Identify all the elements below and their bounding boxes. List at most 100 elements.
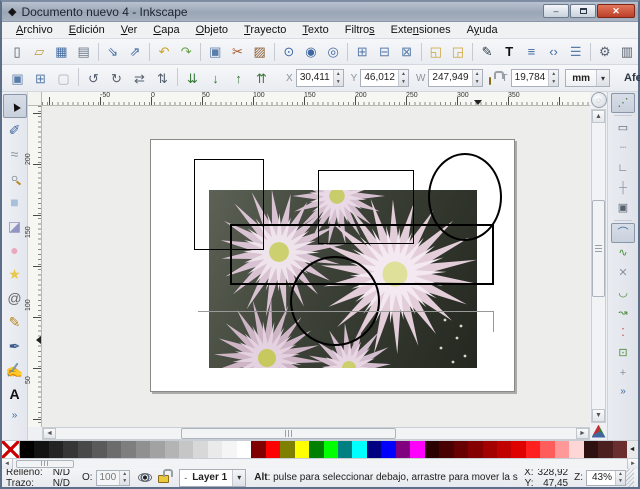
menu-filtros[interactable]: Filtros	[337, 23, 383, 37]
color-swatch[interactable]	[34, 440, 49, 458]
color-swatch[interactable]	[294, 440, 310, 458]
horizontal-scrollbar[interactable]: ◄ ►	[42, 426, 590, 440]
color-swatch[interactable]	[323, 440, 338, 458]
menu-trayecto[interactable]: Trayecto	[236, 23, 294, 37]
snap-object-centers-button[interactable]: ⊡	[611, 343, 635, 363]
y-input[interactable]: 46,012	[361, 70, 398, 86]
fill-stroke-dialog-button[interactable]: ✎	[477, 41, 497, 62]
units-dropdown[interactable]: mm	[565, 69, 611, 87]
rotate-cw-button[interactable]: ↻	[106, 68, 127, 89]
deselect-button[interactable]: ▢	[53, 68, 74, 89]
color-swatch[interactable]	[366, 440, 382, 458]
vertical-scroll-thumb[interactable]	[592, 200, 605, 297]
color-swatch[interactable]	[337, 440, 353, 458]
selector-tool-button[interactable]: ▲	[2, 94, 27, 118]
menu-capa[interactable]: Capa	[145, 23, 187, 37]
spiral-tool-button[interactable]: @	[3, 286, 27, 310]
cms-toggle-button[interactable]: ◌	[590, 92, 607, 108]
minimize-button[interactable]: –	[543, 4, 569, 18]
scroll-down-arrow[interactable]: ▼	[592, 408, 605, 422]
color-swatch[interactable]	[424, 440, 440, 458]
snap-path-intersections-button[interactable]: ✕	[611, 263, 635, 283]
snap-bbox-midpoints-button[interactable]: ┼	[611, 178, 635, 198]
color-swatch[interactable]	[309, 440, 324, 458]
color-swatch[interactable]	[20, 440, 35, 458]
color-swatch[interactable]	[251, 440, 266, 458]
close-button[interactable]: ✕	[597, 4, 635, 18]
zoom-page-button[interactable]: ⊙	[279, 41, 299, 62]
snap-rotation-centers-button[interactable]: +	[611, 363, 635, 383]
menu-texto[interactable]: Texto	[294, 23, 336, 37]
color-swatch[interactable]	[222, 440, 237, 458]
palette-scroll-left-arrow[interactable]: ◄	[2, 458, 13, 469]
height-spinner[interactable]	[548, 70, 559, 86]
zoom-selection-button[interactable]: ◎	[323, 41, 343, 62]
width-spinner[interactable]	[471, 70, 482, 86]
pencil-tool-button[interactable]: ✎	[3, 310, 27, 334]
fill-stroke-indicator[interactable]: Relleno: N/D Trazo: N/D	[6, 467, 70, 489]
color-swatch[interactable]	[63, 440, 78, 458]
menu-edición[interactable]: Edición	[61, 23, 113, 37]
zoom-input[interactable]: 43%	[587, 471, 615, 485]
color-swatch[interactable]	[583, 440, 599, 458]
color-swatch[interactable]	[496, 440, 512, 458]
menu-archivo[interactable]: Archivo	[8, 23, 61, 37]
color-swatch[interactable]	[48, 440, 64, 458]
preferences-button[interactable]: ⚙	[595, 41, 615, 62]
box-3d-tool-button[interactable]: ◪	[3, 214, 27, 238]
document-properties-button[interactable]: ▥	[617, 41, 637, 62]
menu-ver[interactable]: Ver	[113, 23, 146, 37]
drawn-line[interactable]	[198, 311, 494, 312]
undo-button[interactable]: ↶	[154, 41, 174, 62]
snapbar-overflow-chevron[interactable]: »	[620, 386, 626, 397]
copy-button[interactable]: ▣	[205, 41, 225, 62]
menu-ayuda[interactable]: Ayuda	[459, 23, 506, 37]
snap-bbox-corners-button[interactable]: ∟	[611, 158, 635, 178]
x-spinner[interactable]	[332, 70, 343, 86]
raise-button[interactable]: ↑	[228, 68, 249, 89]
export-button[interactable]: ⇗	[125, 41, 145, 62]
layers-dialog-button[interactable]: ≡	[521, 41, 541, 62]
color-swatch[interactable]	[540, 440, 555, 458]
color-swatch[interactable]	[453, 440, 469, 458]
vertical-ruler[interactable]: 200 150 100 50	[25, 106, 42, 427]
zoom-drawing-button[interactable]: ◉	[301, 41, 321, 62]
drawn-line[interactable]	[493, 312, 494, 332]
rotate-ccw-button[interactable]: ↺	[83, 68, 104, 89]
color-swatch[interactable]	[193, 440, 208, 458]
vertical-scrollbar[interactable]: ▲ ▼	[591, 109, 606, 423]
star-tool-button[interactable]: ★	[3, 262, 27, 286]
toolbox-overflow-chevron[interactable]: »	[12, 410, 18, 421]
resize-grip[interactable]	[626, 468, 634, 487]
color-swatch[interactable]	[121, 440, 136, 458]
duplicate-button[interactable]: ⊞	[352, 41, 372, 62]
ungroup-button[interactable]: ◲	[448, 41, 468, 62]
node-editor-tool-button[interactable]: ✐	[3, 118, 27, 142]
color-swatch[interactable]	[236, 440, 252, 458]
text-tool-button[interactable]: A	[3, 382, 27, 406]
height-input[interactable]: 19,784	[512, 70, 549, 86]
layer-dropdown[interactable]: - Layer 1	[179, 468, 247, 487]
ellipse-tool-button[interactable]: ●	[3, 238, 27, 262]
select-all-layers-button[interactable]: ⊞	[30, 68, 51, 89]
raise-to-top-button[interactable]: ⇈	[251, 68, 272, 89]
horizontal-scroll-thumb[interactable]	[181, 427, 396, 439]
snap-smooth-nodes-button[interactable]: ↝	[611, 303, 635, 323]
layer-lock-icon[interactable]	[158, 468, 174, 483]
tweak-tool-button[interactable]: ≈	[3, 142, 27, 166]
import-button[interactable]: ⇘	[103, 41, 123, 62]
palette-overflow-arrow[interactable]: ◄	[627, 440, 638, 458]
palette-scroll-thumb[interactable]	[16, 459, 74, 468]
layer-visibility-eye-icon[interactable]	[138, 473, 153, 483]
new-document-button[interactable]: ▯	[7, 41, 27, 62]
cut-button[interactable]: ✂	[227, 41, 247, 62]
opacity-spinner[interactable]	[119, 470, 130, 485]
color-swatch[interactable]	[410, 440, 425, 458]
color-swatch[interactable]	[135, 440, 151, 458]
color-swatch[interactable]	[77, 440, 93, 458]
pen-tool-button[interactable]: ✒	[3, 334, 27, 358]
scroll-left-arrow[interactable]: ◄	[43, 427, 56, 439]
text-dialog-button[interactable]: T	[499, 41, 519, 62]
print-button[interactable]: ▤	[74, 41, 94, 62]
color-swatch[interactable]	[352, 440, 367, 458]
